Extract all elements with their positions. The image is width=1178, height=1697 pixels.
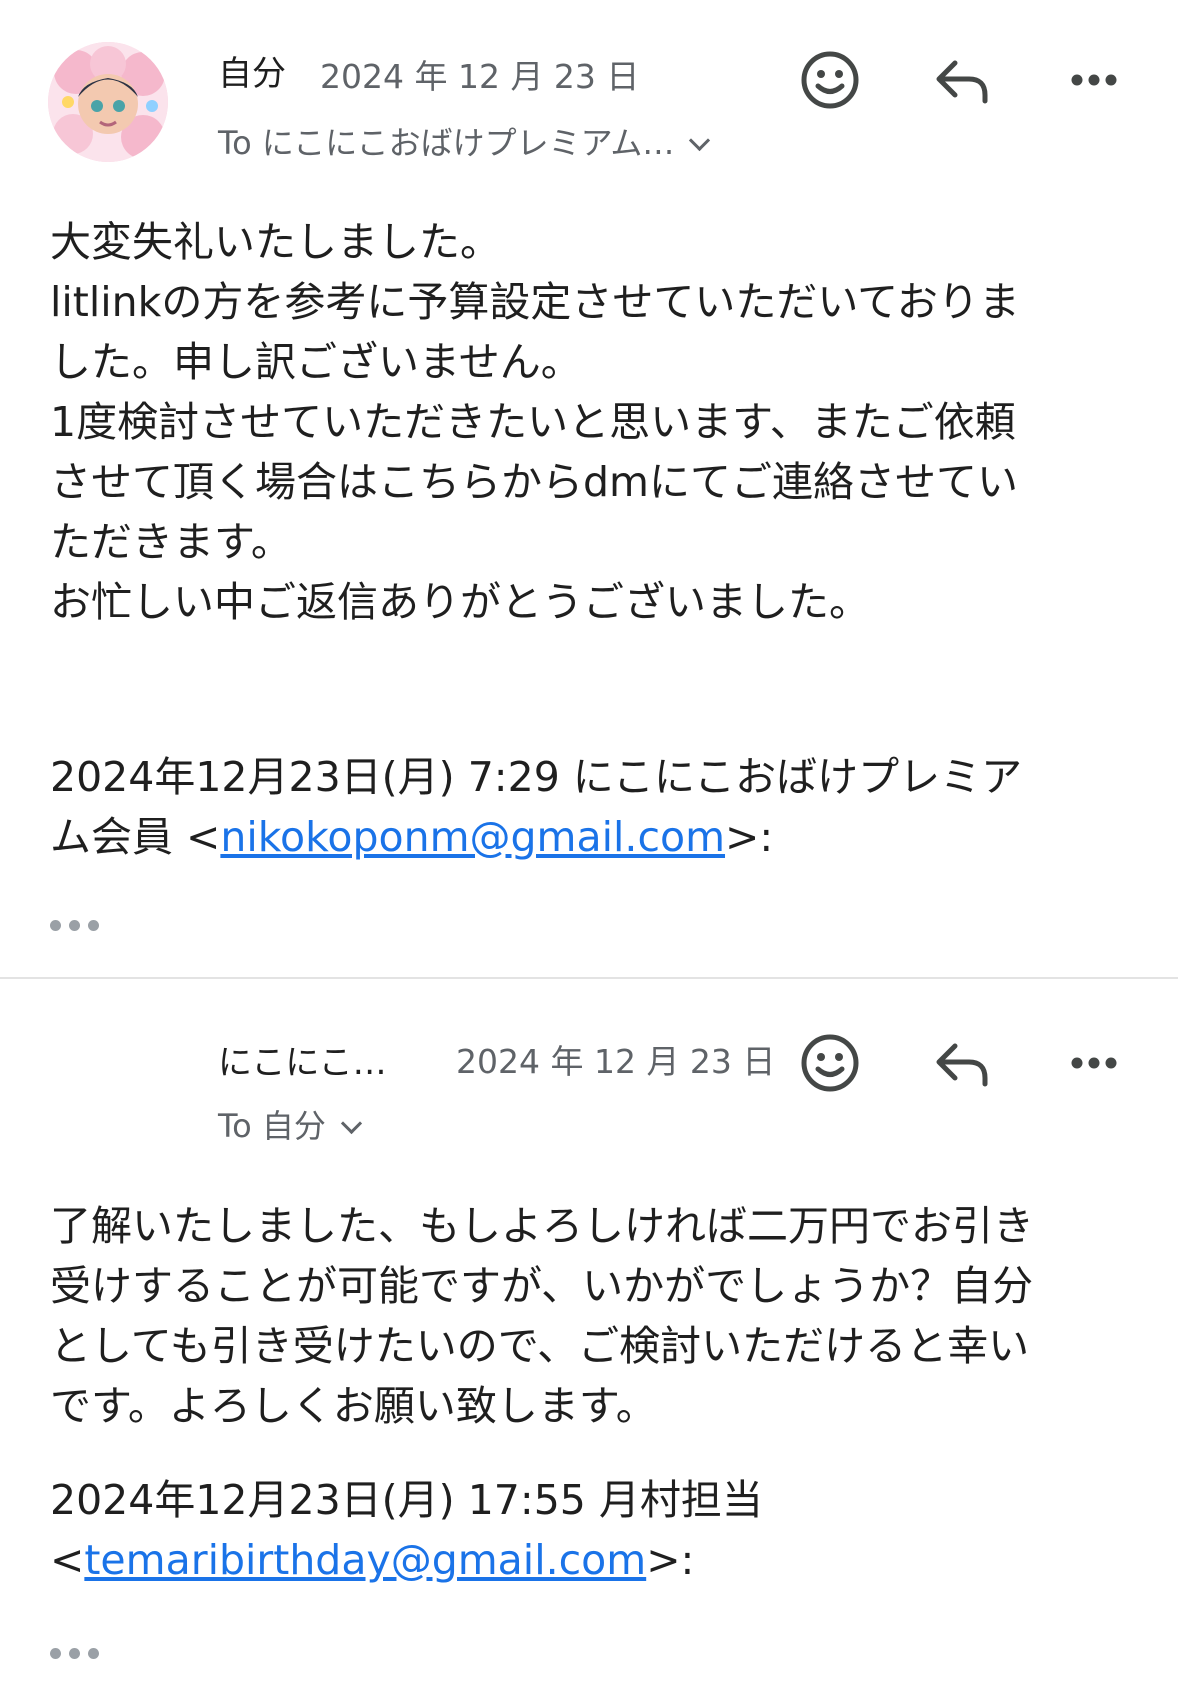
reply-button[interactable] xyxy=(930,1031,994,1095)
more-options-button[interactable] xyxy=(1062,48,1126,112)
reply-icon xyxy=(936,1043,988,1087)
message-date: 2024 年 12 月 23 日 xyxy=(320,57,640,96)
dot xyxy=(69,1648,80,1659)
reply-button[interactable] xyxy=(930,48,994,112)
dot xyxy=(50,1648,61,1659)
react-emoji-button[interactable] xyxy=(798,48,862,112)
dot xyxy=(88,920,99,931)
sender-name: 自分 xyxy=(218,54,286,94)
message-2: にこにこ… 2024 年 12 月 23 日 To 自分 了解いたしました、もし… xyxy=(0,979,1178,1697)
quoted-header: 2024年12月23日(月) 7:29 にこにこおばけプレミア ム会員 <nik… xyxy=(50,747,1130,867)
chevron-down-icon xyxy=(689,129,711,152)
quoted-header-suffix: >: xyxy=(646,1536,695,1584)
recipient-toggle[interactable]: To 自分 xyxy=(218,1101,362,1147)
recipient-label: To にこにこおばけプレミアム… xyxy=(218,124,675,162)
quoted-email-link[interactable]: nikokoponm@gmail.com xyxy=(220,813,725,861)
reply-icon xyxy=(936,60,988,104)
quoted-header: 2024年12月23日(月) 17:55 月村担当 <temaribirthda… xyxy=(50,1470,1130,1590)
sender-avatar[interactable] xyxy=(48,42,168,162)
message-1: 自分 2024 年 12 月 23 日 To にこにこおばけプレミアム… 大変失… xyxy=(0,0,1178,977)
message-date: 2024 年 12 月 23 日 xyxy=(456,1042,776,1081)
quoted-email-link[interactable]: temaribirthday@gmail.com xyxy=(84,1536,646,1584)
dot xyxy=(50,920,61,931)
react-emoji-button[interactable] xyxy=(798,1031,862,1095)
show-trimmed-content-button[interactable] xyxy=(50,914,99,937)
message-body: 了解いたしました、もしよろしければ二万円でお引き 受けすることが可能ですが、いか… xyxy=(50,1202,1034,1430)
avatar-image xyxy=(48,42,168,162)
recipient-label: To 自分 xyxy=(218,1107,326,1145)
smiley-icon xyxy=(801,51,859,109)
recipient-toggle[interactable]: To にこにこおばけプレミアム… xyxy=(218,118,711,164)
more-horizontal-icon xyxy=(1071,1057,1117,1069)
chevron-down-icon xyxy=(340,1112,362,1135)
dot xyxy=(88,1648,99,1659)
message-body: 大変失礼いたしました。 litlinkの方を参考に予算設定させていただいておりま… xyxy=(50,218,1020,626)
quoted-header-suffix: >: xyxy=(725,813,774,861)
sender-name: にこにこ… xyxy=(218,1043,387,1083)
dot xyxy=(69,920,80,931)
smiley-icon xyxy=(801,1034,859,1092)
show-trimmed-content-button[interactable] xyxy=(50,1642,99,1665)
more-horizontal-icon xyxy=(1071,74,1117,86)
more-options-button[interactable] xyxy=(1062,1031,1126,1095)
